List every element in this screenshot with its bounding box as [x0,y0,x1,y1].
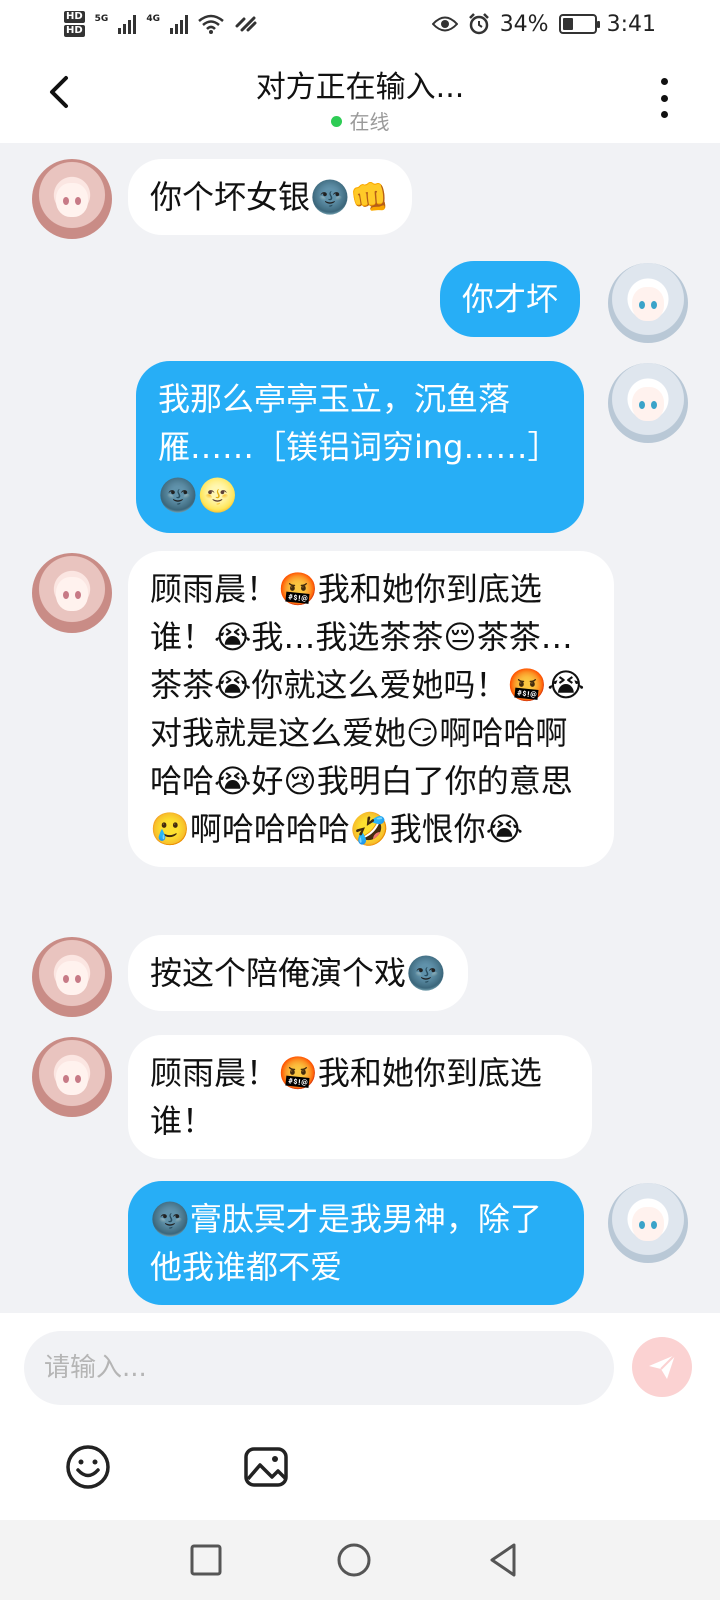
emoji-button[interactable] [64,1443,112,1491]
my-avatar[interactable] [608,1183,688,1263]
more-options-button[interactable] [654,78,674,118]
square-icon [190,1544,222,1576]
outgoing-message[interactable]: 我那么亭亭玉立，沉鱼落雁……［镁铝词穷ing……］🌚🌝 [136,361,584,533]
more-dot [660,94,668,102]
nav-back-button[interactable] [484,1540,524,1580]
my-avatar[interactable] [608,263,688,343]
battery-percent: 34% [499,11,549,37]
outgoing-message[interactable]: 你才坏 [439,261,580,337]
home-button[interactable] [334,1540,374,1580]
more-dot [660,78,668,85]
network-type-2: 4G [146,14,160,24]
emoji-icon [66,1445,110,1489]
incoming-message[interactable]: 你个坏女银🌚👊 [128,159,412,235]
status-bar-left: HD HD 5G 4G [64,10,258,38]
battery-icon [558,14,600,34]
alarm-icon [468,13,489,35]
image-button[interactable] [242,1443,290,1491]
outgoing-message[interactable]: 🌚膏肽冥才是我男神，除了他我谁都不爱 [128,1181,584,1305]
more-dot [660,111,668,118]
battery-level [562,18,573,30]
recents-button[interactable] [186,1540,226,1580]
message-composer [0,1313,720,1520]
clock: 3:41 [606,11,656,37]
signal-icon [118,14,137,34]
hd-badge-1: HD [64,11,85,23]
contact-avatar[interactable] [32,159,112,239]
network-type-1: 5G [94,14,109,24]
signal-icon-2 [169,14,188,34]
status-bar-right: 34% 3:41 [431,11,656,37]
system-nav-bar [0,1520,720,1600]
online-status-label: 在线 [349,110,390,134]
contact-avatar[interactable] [32,937,112,1017]
incoming-message[interactable]: 按这个陪俺演个戏🌚 [128,935,468,1011]
chat-title: 对方正在输入... [255,70,465,105]
eye-icon [431,16,458,32]
chat-header: 对方正在输入... 在线 [0,48,720,143]
wifi-icon [198,14,224,34]
contact-avatar[interactable] [32,553,112,633]
status-bar: HD HD 5G 4G 34% 3:41 [0,0,720,48]
send-icon [649,1354,676,1379]
triangle-back-icon [490,1543,516,1577]
send-button[interactable] [632,1337,692,1397]
incoming-message[interactable]: 顾雨晨！🤬我和她你到底选谁！ [128,1035,592,1159]
image-icon [244,1447,288,1487]
message-input[interactable] [24,1331,614,1405]
circle-icon [337,1543,371,1577]
online-dot-icon [330,116,342,127]
my-avatar[interactable] [608,363,688,443]
message-list[interactable]: 你个坏女银🌚👊 你才坏 我那么亭亭玉立，沉鱼落雁……［镁铝词穷ing……］🌚🌝 … [0,143,720,1313]
hd-badge-2: HD [64,25,85,37]
contact-avatar[interactable] [32,1037,112,1117]
hd-badges: HD HD [64,10,85,38]
incoming-message[interactable]: 顾雨晨！🤬我和她你到底选谁！😭我…我选茶茶😔茶茶…茶茶😭你就这么爱她吗！🤬😭对我… [128,551,614,867]
link-icon [235,16,257,32]
online-status: 在线 [0,106,720,135]
